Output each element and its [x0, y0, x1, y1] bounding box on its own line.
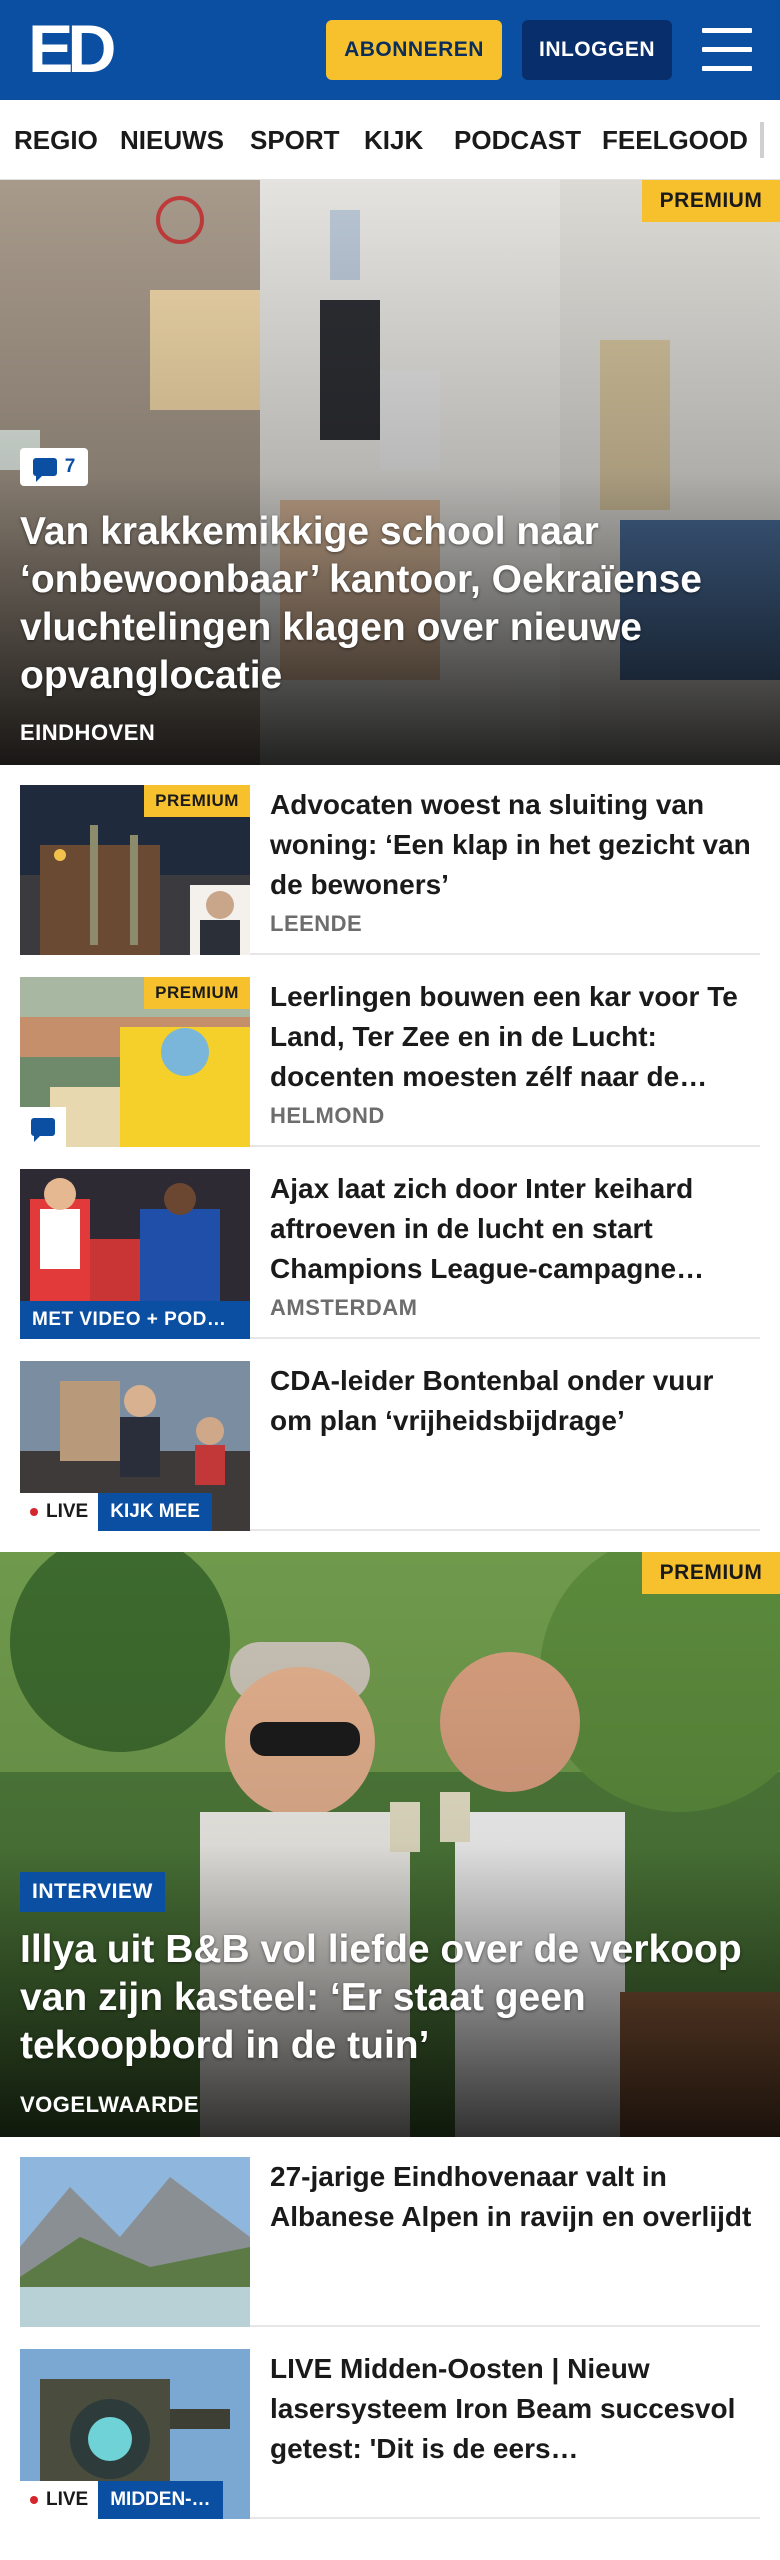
list-item-midden-oosten[interactable]: LIVE MIDDEN-… LIVE Midden-Oosten | Nieuw…: [20, 2329, 760, 2519]
comment-count: 7: [64, 456, 76, 477]
watch-now-label: KIJK MEE: [98, 1493, 212, 1531]
premium-badge: PREMIUM: [144, 785, 250, 817]
article-headline[interactable]: Advocaten woest na sluiting van woning: …: [270, 785, 760, 905]
live-dot-icon: [30, 1508, 38, 1516]
comment-icon: [32, 458, 57, 482]
article-thumbnail: PREMIUM: [20, 977, 250, 1147]
live-tag[interactable]: LIVE MIDDEN-…: [20, 2481, 223, 2519]
comment-icon-badge[interactable]: [20, 1107, 66, 1147]
hero-headline[interactable]: Illya uit B&B vol liefde over de verkoop…: [20, 1926, 760, 2070]
video-podcast-tag: MET VIDEO + POD…: [20, 1301, 250, 1339]
list-item-leerlingen[interactable]: PREMIUM Leerlingen bouwen een kar voor T…: [20, 957, 760, 1147]
nav-item-podcast[interactable]: PODCAST: [454, 100, 581, 179]
article-headline[interactable]: CDA-leider Bontenbal onder vuur om plan …: [270, 1361, 760, 1441]
article-thumbnail: LIVE MIDDEN-…: [20, 2349, 250, 2519]
article-location: HELMOND: [270, 1103, 385, 1128]
article-location: AMSTERDAM: [270, 1295, 418, 1320]
hero-location: VOGELWAARDE: [20, 2092, 200, 2117]
nav-item-kijk[interactable]: KIJK: [364, 100, 423, 179]
premium-badge: PREMIUM: [642, 1552, 780, 1594]
hamburger-menu-icon[interactable]: [702, 28, 752, 72]
article-headline[interactable]: 27-jarige Eindhovenaar valt in Albanese …: [270, 2157, 760, 2237]
comment-count-badge[interactable]: 7: [20, 448, 88, 486]
hero-location: EINDHOVEN: [20, 720, 156, 745]
article-thumbnail: LIVE KIJK MEE: [20, 1361, 250, 1531]
premium-badge: PREMIUM: [144, 977, 250, 1009]
interview-tag: INTERVIEW: [20, 1872, 165, 1912]
list-item-albanese-alpen[interactable]: 27-jarige Eindhovenaar valt in Albanese …: [20, 2137, 760, 2327]
list-item-ajax[interactable]: MET VIDEO + POD… Ajax laat zich door Int…: [20, 1149, 760, 1339]
top-header: ED ABONNEREN INLOGGEN: [0, 0, 780, 100]
ed-logo[interactable]: ED: [28, 15, 118, 83]
live-tag[interactable]: LIVE KIJK MEE: [20, 1493, 212, 1531]
nav-overflow-indicator: [760, 122, 764, 158]
premium-badge: PREMIUM: [642, 180, 780, 222]
hero-article-opvang[interactable]: PREMIUM 7 Van krakkemikkige school naar …: [0, 180, 780, 765]
hero-article-kasteel[interactable]: PREMIUM INTERVIEW Illya uit B&B vol lief…: [0, 1552, 780, 2137]
article-thumbnail: MET VIDEO + POD…: [20, 1169, 250, 1339]
hero-headline[interactable]: Van krakkemikkige school naar ‘onbewoonb…: [20, 508, 760, 700]
thumbnail-image: [20, 2157, 250, 2327]
list-item-advocaten[interactable]: PREMIUM Advocaten woest na sluiting van …: [20, 765, 760, 955]
article-thumbnail: PREMIUM: [20, 785, 250, 955]
article-headline[interactable]: LIVE Midden-Oosten | Nieuw lasersysteem …: [270, 2349, 760, 2469]
live-topic-label: MIDDEN-…: [98, 2481, 223, 2519]
live-label: LIVE: [20, 1493, 99, 1531]
nav-item-sport[interactable]: SPORT: [250, 100, 340, 179]
section-nav: REGIO NIEUWS SPORT KIJK PODCAST FEELGOOD: [0, 100, 780, 180]
list-item-bontenbal[interactable]: LIVE KIJK MEE CDA-leider Bontenbal onder…: [20, 1341, 760, 1531]
live-dot-icon: [30, 2496, 38, 2504]
nav-item-feelgood[interactable]: FEELGOOD: [602, 100, 748, 179]
article-location: LEENDE: [270, 911, 363, 936]
comment-icon: [31, 1118, 55, 1142]
article-headline[interactable]: Ajax laat zich door Inter keihard aftroe…: [270, 1169, 760, 1289]
article-thumbnail: [20, 2157, 250, 2327]
nav-item-nieuws[interactable]: NIEUWS: [120, 100, 224, 179]
nav-item-regio[interactable]: REGIO: [14, 100, 98, 179]
live-label: LIVE: [20, 2481, 99, 2519]
article-headline[interactable]: Leerlingen bouwen een kar voor Te Land, …: [270, 977, 760, 1097]
subscribe-button[interactable]: ABONNEREN: [326, 20, 502, 80]
login-button[interactable]: INLOGGEN: [522, 20, 672, 80]
